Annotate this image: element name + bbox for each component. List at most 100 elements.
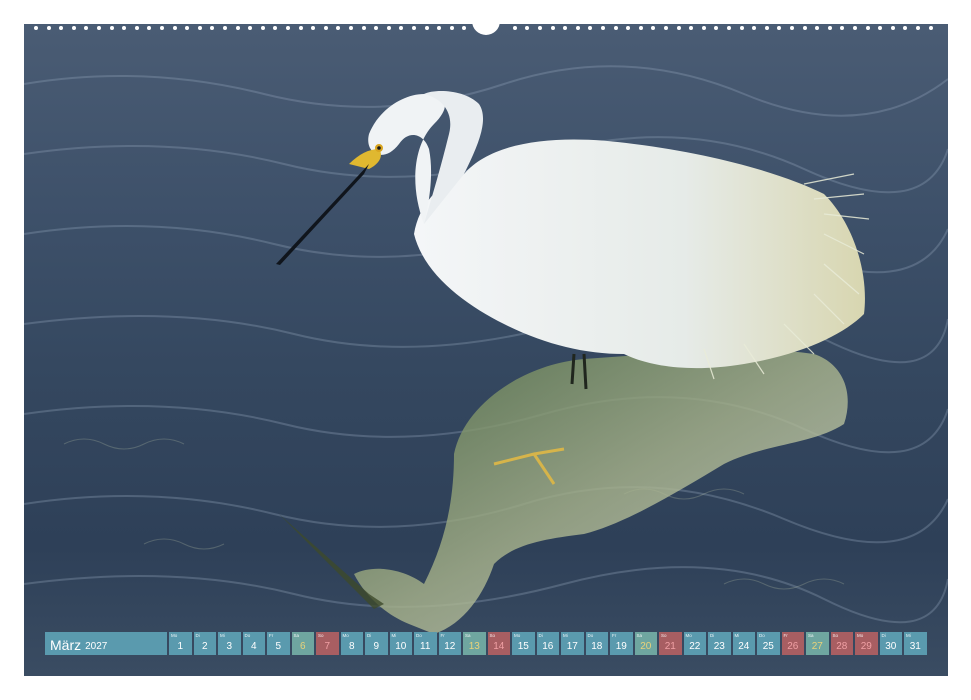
day-number: 23 xyxy=(713,641,725,652)
day-number: 16 xyxy=(542,641,554,652)
weekday-abbr: Mo xyxy=(171,633,178,638)
day-cell: Di 23 xyxy=(708,632,731,655)
day-number: 15 xyxy=(517,641,529,652)
day-number: 19 xyxy=(615,641,627,652)
binding-hole xyxy=(613,26,618,30)
binding-hole xyxy=(449,26,454,30)
day-cell: Do 25 xyxy=(757,632,780,655)
binding-hole xyxy=(689,26,694,30)
day-number: 3 xyxy=(226,641,233,652)
day-cell: Do 11 xyxy=(414,632,437,655)
weekday-abbr: Do xyxy=(416,633,422,638)
day-cell: Fr 26 xyxy=(781,632,804,655)
day-cell: Do 4 xyxy=(242,632,265,655)
binding-hole xyxy=(903,26,908,30)
day-number: 1 xyxy=(177,641,184,652)
weekday-abbr: Do xyxy=(587,633,594,638)
day-number: 8 xyxy=(348,641,355,652)
day-cell: Do 18 xyxy=(585,632,608,655)
calendar-strip: März 2027 Mo 1 Di 2 Mi 3 Do 4 Fr 5 Sa 6 So 7 Mo 8 Di 9 Mi 1… xyxy=(45,632,927,655)
binding-hole xyxy=(916,26,920,30)
binding-hole xyxy=(802,26,807,30)
weekday-abbr: Di xyxy=(195,633,200,638)
day-cell: Mi 17 xyxy=(561,632,584,655)
binding-hole xyxy=(512,26,517,30)
binding-hole xyxy=(109,26,114,30)
day-cell: Mo 29 xyxy=(855,632,878,655)
weekday-abbr: Fr xyxy=(269,633,274,638)
binding-hole xyxy=(34,26,38,30)
weekday-abbr: Sa xyxy=(636,633,643,638)
binding-hole xyxy=(424,26,429,30)
binding-hole xyxy=(361,26,366,30)
day-cell: Di 2 xyxy=(193,632,216,655)
day-cell: So 14 xyxy=(487,632,510,655)
binding-hole xyxy=(97,26,101,30)
day-number: 25 xyxy=(762,641,774,652)
weekday-abbr: Do xyxy=(244,633,251,638)
day-cell: Mo 15 xyxy=(512,632,535,655)
binding-hole xyxy=(71,26,76,30)
day-cell: Di 16 xyxy=(536,632,559,655)
binding-hole xyxy=(815,26,820,30)
day-number: 26 xyxy=(787,641,799,652)
egret-photo xyxy=(24,24,948,676)
binding-hole xyxy=(575,26,580,30)
binding-hole xyxy=(525,26,530,30)
day-cell: Sa 13 xyxy=(463,632,486,655)
day-number: 28 xyxy=(836,641,848,652)
binding-hole xyxy=(349,26,353,30)
binding-hole xyxy=(286,26,290,30)
day-number: 14 xyxy=(493,641,505,652)
binding-hole xyxy=(601,26,605,30)
day-number: 24 xyxy=(738,641,750,652)
weekday-abbr: Di xyxy=(367,633,372,638)
binding-hole xyxy=(437,26,442,30)
binding-hole xyxy=(714,26,719,30)
binding-hole xyxy=(46,26,51,30)
weekday-abbr: Mo xyxy=(685,633,692,638)
binding-hole xyxy=(777,26,782,30)
day-number: 11 xyxy=(420,641,431,652)
weekday-abbr: Mo xyxy=(514,633,521,638)
binding-hole xyxy=(412,26,416,30)
day-number: 6 xyxy=(299,641,306,652)
binding-hole xyxy=(865,26,870,30)
day-cell: Mi 3 xyxy=(218,632,241,655)
binding-hole xyxy=(840,26,845,30)
binding-hole xyxy=(462,26,467,30)
binding-hole xyxy=(752,26,757,30)
day-cell: Di 30 xyxy=(879,632,902,655)
binding-hole xyxy=(59,26,64,30)
binding-hole xyxy=(790,26,794,30)
day-number: 20 xyxy=(640,641,652,652)
binding-hole xyxy=(588,26,593,30)
weekday-abbr: Do xyxy=(759,633,765,638)
binding-hole xyxy=(701,26,706,30)
day-cell: Mo 1 xyxy=(169,632,192,655)
binding-hole xyxy=(853,26,857,30)
day-cell: Sa 27 xyxy=(806,632,829,655)
binding-hole xyxy=(84,26,89,30)
weekday-abbr: So xyxy=(832,633,839,638)
day-number: 30 xyxy=(885,641,897,652)
binding-hole xyxy=(185,26,190,30)
binding-hole xyxy=(147,26,152,30)
weekday-abbr: So xyxy=(318,633,324,638)
weekday-abbr: Mi xyxy=(220,633,225,638)
binding-hole xyxy=(311,26,316,30)
egret-illustration xyxy=(24,65,948,634)
day-number: 21 xyxy=(664,641,676,652)
day-cell: So 21 xyxy=(659,632,682,655)
binding-hole xyxy=(563,26,568,30)
weekday-abbr: Di xyxy=(710,633,715,638)
binding-hole xyxy=(676,26,681,30)
binding-hole xyxy=(638,26,643,30)
binding-hole xyxy=(878,26,883,30)
weekday-abbr: Sa xyxy=(808,633,814,638)
month-year: 2027 xyxy=(85,641,108,652)
day-number: 7 xyxy=(324,641,331,652)
binding-hole xyxy=(172,26,177,30)
day-number: 10 xyxy=(395,641,407,652)
binding-hole xyxy=(122,26,127,30)
